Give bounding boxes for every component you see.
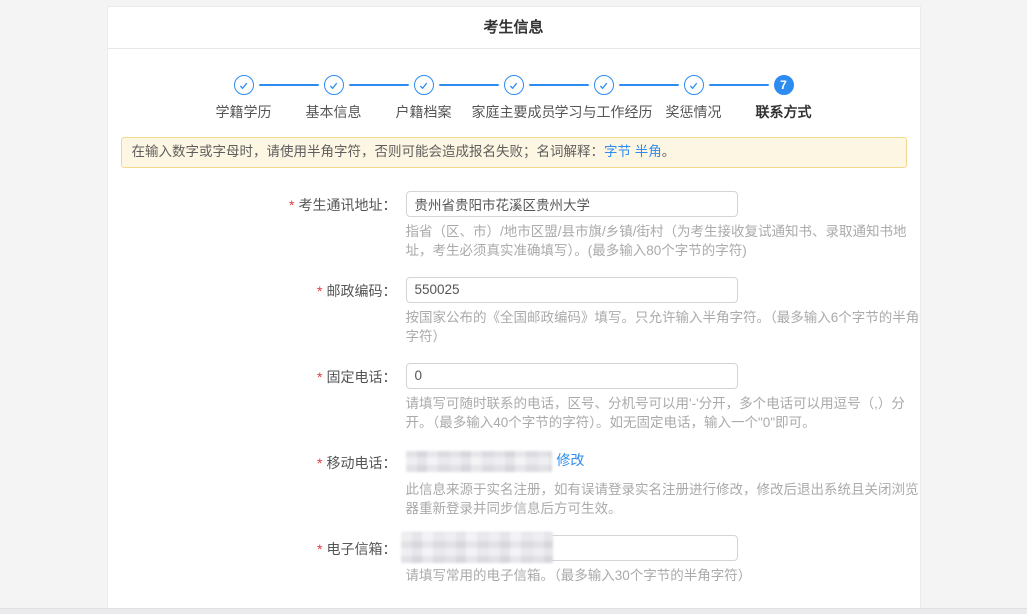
form-row-email: *电子信箱： 请填写常用的电子信箱。（最多输入30个字节的半角字符） (108, 535, 920, 595)
check-icon (684, 75, 704, 95)
step-label: 基本信息 (306, 102, 362, 122)
page-footer-strip (0, 608, 1027, 614)
required-asterisk: * (317, 541, 322, 557)
step-1-done: 学籍学历 (199, 75, 289, 122)
page-title: 考生信息 (108, 7, 920, 49)
check-icon (504, 75, 524, 95)
check-icon (234, 75, 254, 95)
step-3-done: 户籍档案 (379, 75, 469, 122)
candidate-info-card: 考生信息 学籍学历 基本信息 户籍档案 家庭主要成员 学习与工作经历 奖惩情况 … (107, 6, 921, 614)
field-help: 此信息来源于实名注册，如有误请登录实名注册进行修改，修改后退出系统且关闭浏览器重… (406, 480, 920, 518)
notice-link-byte[interactable]: 字节 (604, 144, 631, 159)
step-7-current: 7 联系方式 (739, 75, 829, 122)
field-label: 考生通讯地址 (299, 197, 383, 213)
step-2-done: 基本信息 (289, 75, 379, 122)
form-row-mobile: *移动电话： 修改 此信息来源于实名注册，如有误请登录实名注册进行修改，修改后退… (108, 449, 920, 528)
step-label: 联系方式 (756, 102, 812, 122)
notice-text: 在输入数字或字母时，请使用半角字符，否则可能会造成报名失败；名词解释： (132, 144, 605, 159)
landline-input[interactable] (406, 363, 738, 389)
step-6-done: 奖惩情况 (649, 75, 739, 122)
form-row-postcode: *邮政编码： 按国家公布的《全国邮政编码》填写。只允许输入半角字符。（最多输入6… (108, 277, 920, 356)
field-label: 固定电话 (327, 369, 383, 385)
form-row-address: *考生通讯地址： 指省（区、市）/地市区盟/县市旗/乡镇/街村（为考生接收复试通… (108, 191, 920, 270)
notice-suffix: 。 (662, 144, 676, 159)
field-help: 请填写可随时联系的电话，区号、分机号可以用'-'分开，多个电话可以用逗号（,）分… (406, 394, 920, 432)
modify-link[interactable]: 修改 (556, 452, 584, 468)
check-icon (324, 75, 344, 95)
stepper: 学籍学历 基本信息 户籍档案 家庭主要成员 学习与工作经历 奖惩情况 7 联系方… (199, 75, 829, 122)
step-4-done: 家庭主要成员 (469, 75, 559, 122)
contact-form: *考生通讯地址： 指省（区、市）/地市区盟/县市旗/乡镇/街村（为考生接收复试通… (108, 191, 920, 595)
field-label: 移动电话 (327, 455, 383, 471)
required-asterisk: * (317, 455, 322, 471)
step-5-done: 学习与工作经历 (559, 75, 649, 122)
required-asterisk: * (317, 283, 322, 299)
field-help: 请填写常用的电子信箱。（最多输入30个字节的半角字符） (406, 566, 920, 585)
step-label: 家庭主要成员 (472, 102, 556, 122)
address-input[interactable] (406, 191, 738, 217)
step-label: 学习与工作经历 (555, 102, 653, 122)
step-label: 学籍学历 (216, 102, 272, 122)
field-help: 按国家公布的《全国邮政编码》填写。只允许输入半角字符。（最多输入6个字节的半角字… (406, 308, 920, 346)
postcode-input[interactable] (406, 277, 738, 303)
step-label: 奖惩情况 (666, 102, 722, 122)
field-help: 指省（区、市）/地市区盟/县市旗/乡镇/街村（为考生接收复试通知书、录取通知书地… (406, 222, 920, 260)
check-icon (414, 75, 434, 95)
field-label: 电子信箱 (327, 541, 383, 557)
form-row-landline: *固定电话： 请填写可随时联系的电话，区号、分机号可以用'-'分开，多个电话可以… (108, 363, 920, 442)
notice-banner: 在输入数字或字母时，请使用半角字符，否则可能会造成报名失败；名词解释：字节 半角… (121, 137, 907, 168)
notice-link-halfwidth[interactable]: 半角 (635, 144, 662, 159)
required-asterisk: * (289, 197, 294, 213)
check-icon (594, 75, 614, 95)
redacted-value (406, 451, 552, 472)
step-label: 户籍档案 (396, 102, 452, 122)
email-input[interactable] (406, 535, 738, 561)
step-number-badge: 7 (774, 75, 794, 95)
required-asterisk: * (317, 369, 322, 385)
field-label: 邮政编码 (327, 283, 383, 299)
